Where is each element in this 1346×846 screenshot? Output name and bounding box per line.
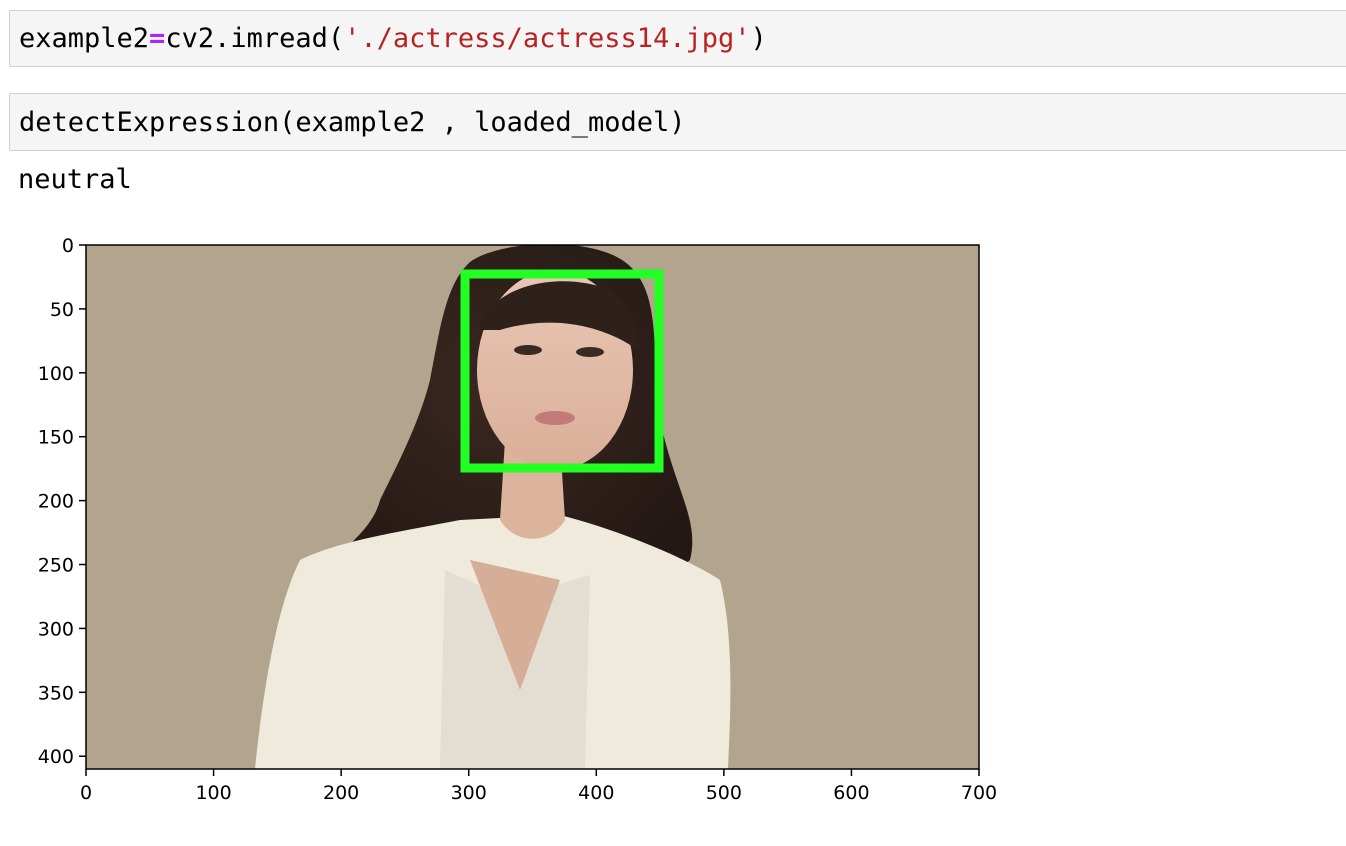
y-tick-label: 100 [38, 363, 74, 385]
y-tick-label: 400 [38, 746, 74, 768]
y-tick-label: 0 [62, 235, 74, 257]
code-operator: = [149, 23, 166, 54]
x-tick-label: 0 [80, 782, 92, 804]
y-tick-label: 350 [38, 682, 74, 704]
x-tick-label: 700 [961, 782, 997, 804]
code-cell-imread[interactable]: example2 = cv2.imread('./actress/actress… [9, 10, 1346, 67]
code-string: './actress/actress14.jpg' [344, 23, 751, 54]
y-tick-label: 250 [38, 555, 74, 577]
y-tick-label: 200 [38, 491, 74, 513]
x-tick-label: 500 [706, 782, 742, 804]
y-tick-label: 50 [50, 299, 74, 321]
x-tick-label: 300 [451, 782, 487, 804]
cell-output-text: neutral [18, 164, 132, 195]
y-tick-label: 300 [38, 618, 74, 640]
x-axis: 0 100 200 300 400 500 600 700 [80, 769, 997, 804]
x-tick-label: 400 [578, 782, 614, 804]
x-tick-label: 600 [833, 782, 869, 804]
code-var: example2 [19, 23, 150, 54]
image-plot: 0 50 100 150 200 250 300 350 400 0 100 200 300 400 50… [38, 235, 997, 804]
x-tick-label: 200 [323, 782, 359, 804]
y-tick-label: 150 [38, 427, 74, 449]
code-close: ) [750, 23, 767, 54]
image-content [86, 245, 979, 769]
code-cell-detect[interactable]: detectExpression(example2 , loaded_model… [9, 93, 1346, 151]
x-tick-label: 100 [195, 782, 231, 804]
code-line: detectExpression(example2 , loaded_model… [19, 106, 686, 138]
y-axis: 0 50 100 150 200 250 300 350 400 [38, 235, 86, 768]
code-call: cv2.imread( [165, 23, 345, 54]
